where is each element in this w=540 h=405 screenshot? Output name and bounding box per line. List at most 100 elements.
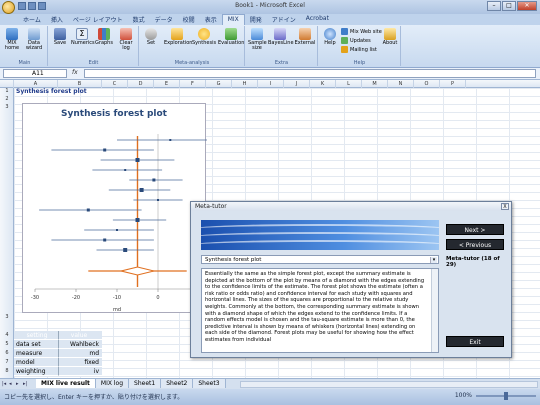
row-header[interactable]: 3 — [0, 314, 14, 320]
row-header[interactable]: 3 — [0, 104, 14, 110]
zoom-slider[interactable] — [476, 391, 536, 400]
graphs-button[interactable]: Graphs — [95, 28, 113, 46]
cell-a1[interactable]: Synthesis forest plot — [16, 88, 87, 95]
column-header[interactable]: D — [128, 80, 154, 88]
horizontal-scrollbar[interactable] — [240, 381, 538, 388]
last-sheet-icon[interactable]: ▸| — [23, 380, 29, 388]
mix-home-button[interactable]: MIX home — [3, 28, 21, 51]
sheet-tab-mix-live-result[interactable]: MIX live result — [36, 379, 96, 388]
save-button[interactable]: Save — [51, 28, 69, 46]
next-button[interactable]: Next > — [446, 224, 504, 235]
column-header[interactable]: B — [58, 80, 102, 88]
table-cell[interactable]: md — [58, 349, 102, 358]
next-sheet-icon[interactable]: ▸ — [16, 380, 22, 388]
row-header[interactable]: 1 — [0, 88, 14, 94]
sheet-tab-sheet1[interactable]: Sheet1 — [129, 379, 162, 388]
row-header[interactable]: 8 — [0, 368, 14, 374]
tab-review[interactable]: 校閲 — [178, 14, 200, 25]
tab-acrobat[interactable]: Acrobat — [301, 14, 334, 25]
text-scrollbar[interactable] — [431, 269, 438, 352]
exit-button[interactable]: Exit — [446, 336, 504, 347]
data-wizard-button[interactable]: Data wizard — [25, 28, 43, 51]
name-box[interactable]: A11 — [3, 69, 67, 78]
sample-size-button[interactable]: Sample size — [248, 28, 267, 51]
table-cell[interactable]: fixed — [58, 358, 102, 367]
row-header[interactable]: 2 — [0, 96, 14, 102]
table-cell[interactable]: model — [14, 358, 58, 367]
study-point — [135, 158, 140, 162]
bayesline-button[interactable]: BayesLine — [268, 28, 294, 46]
row-header[interactable]: 7 — [0, 359, 14, 365]
tab-page-layout[interactable]: ページ レイアウト — [68, 14, 128, 25]
column-header[interactable]: K — [310, 80, 336, 88]
row-header[interactable]: 6 — [0, 350, 14, 356]
column-header[interactable]: P — [440, 80, 466, 88]
prev-sheet-icon[interactable]: ◂ — [9, 380, 15, 388]
set-button[interactable]: Set — [142, 28, 160, 46]
row-header[interactable]: 4 — [0, 332, 14, 338]
clear-log-button[interactable]: Clear log — [117, 28, 135, 51]
evaluation-button[interactable]: Evaluation — [218, 28, 244, 46]
about-button[interactable]: About — [381, 28, 399, 46]
formula-input[interactable] — [84, 69, 536, 78]
x-tick-label: 0 — [156, 295, 159, 301]
sheet-tab-sheet3[interactable]: Sheet3 — [193, 379, 226, 388]
select-all-corner[interactable] — [0, 80, 14, 88]
tab-view[interactable]: 表示 — [200, 14, 222, 25]
sigma-icon: Σ — [76, 28, 88, 40]
column-header[interactable]: C — [102, 80, 128, 88]
tab-formulas[interactable]: 数式 — [128, 14, 150, 25]
tab-developer[interactable]: 開発 — [245, 14, 267, 25]
save-icon — [54, 28, 66, 40]
tab-data[interactable]: データ — [150, 14, 178, 25]
mailing-list-button[interactable]: Mailing list — [341, 46, 377, 53]
table-cell[interactable]: iv — [58, 367, 102, 376]
synthesis-button[interactable]: Synthesis — [192, 28, 216, 46]
maximize-button[interactable]: □ — [502, 1, 516, 11]
tab-home[interactable]: ホーム — [18, 14, 46, 25]
exploration-button[interactable]: Exploration — [164, 28, 192, 46]
column-header[interactable]: I — [258, 80, 284, 88]
group-meta-analysis: Set Exploration Synthesis Evaluation Met… — [140, 26, 245, 66]
gear-icon — [145, 28, 157, 40]
column-header[interactable]: H — [232, 80, 258, 88]
column-header[interactable]: N — [388, 80, 414, 88]
study-point — [157, 199, 159, 201]
column-header[interactable]: A — [14, 80, 58, 88]
help-button[interactable]: Help — [321, 28, 339, 46]
tab-insert[interactable]: 挿入 — [46, 14, 68, 25]
column-header[interactable]: F — [180, 80, 206, 88]
table-cell[interactable]: weighting — [14, 367, 58, 376]
column-header[interactable]: E — [154, 80, 180, 88]
sheet-tab-mix-log[interactable]: MIX log — [95, 379, 130, 388]
chevron-down-icon[interactable]: ▾ — [430, 257, 437, 263]
close-button[interactable]: ✕ — [517, 1, 537, 11]
column-header[interactable]: G — [206, 80, 232, 88]
table-cell[interactable]: Wahlbeck — [58, 340, 102, 349]
column-header[interactable]: L — [336, 80, 362, 88]
zoom-slider-thumb[interactable] — [504, 391, 508, 400]
tab-mix[interactable]: MIX — [221, 14, 245, 25]
sheet-tab-sheet2[interactable]: Sheet2 — [161, 379, 194, 388]
updates-button[interactable]: Updates — [341, 37, 371, 44]
forest-plot-chart[interactable]: Synthesis forest plot -30-20-10010md — [22, 103, 207, 313]
mix-website-button[interactable]: Mix Web site — [341, 28, 382, 35]
column-header[interactable]: J — [284, 80, 310, 88]
table-cell[interactable]: measure — [14, 349, 58, 358]
previous-button[interactable]: < Previous — [446, 239, 504, 250]
numerics-button[interactable]: Σ Numerics — [71, 28, 95, 46]
tab-addins[interactable]: アドイン — [267, 14, 301, 25]
external-button[interactable]: External — [294, 28, 316, 46]
row-header[interactable]: 5 — [0, 341, 14, 347]
zoom-level[interactable]: 100% — [455, 392, 472, 399]
column-header[interactable]: M — [362, 80, 388, 88]
column-header[interactable]: O — [414, 80, 440, 88]
topic-select[interactable]: Synthesis forest plot ▾ — [201, 255, 439, 264]
fx-icon[interactable]: fx — [72, 69, 78, 76]
table-row: measure md — [14, 349, 102, 358]
minimize-button[interactable]: – — [487, 1, 501, 11]
mix-home-icon — [6, 28, 18, 40]
table-cell[interactable]: data set — [14, 340, 58, 349]
dialog-close-icon[interactable]: X — [501, 203, 509, 210]
first-sheet-icon[interactable]: |◂ — [2, 380, 8, 388]
